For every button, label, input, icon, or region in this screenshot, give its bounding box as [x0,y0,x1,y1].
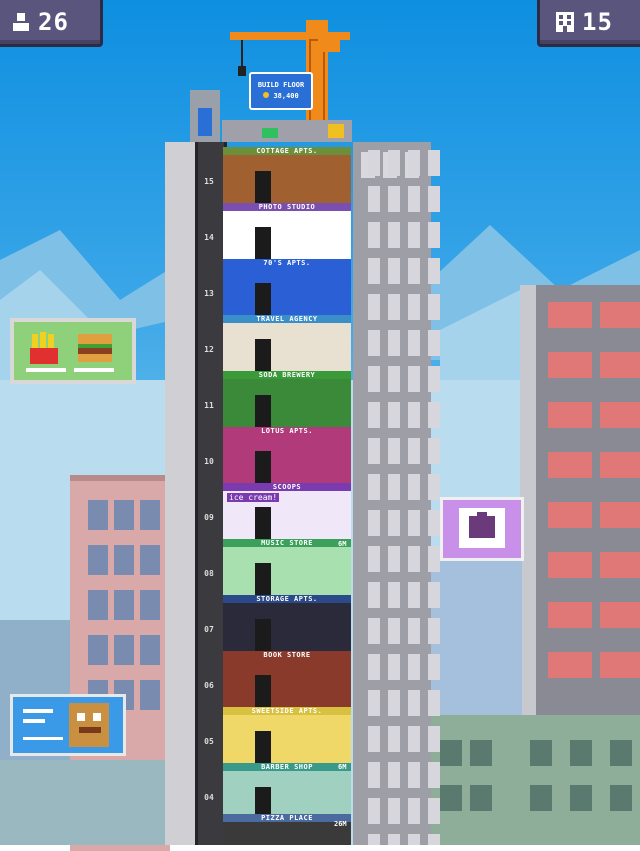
floor-badge-barber: 6M [338,763,347,771]
tower-windows [368,150,440,845]
floor-badge-music: 6M [338,540,347,548]
floor-badge-pizza: 26M [334,820,347,828]
